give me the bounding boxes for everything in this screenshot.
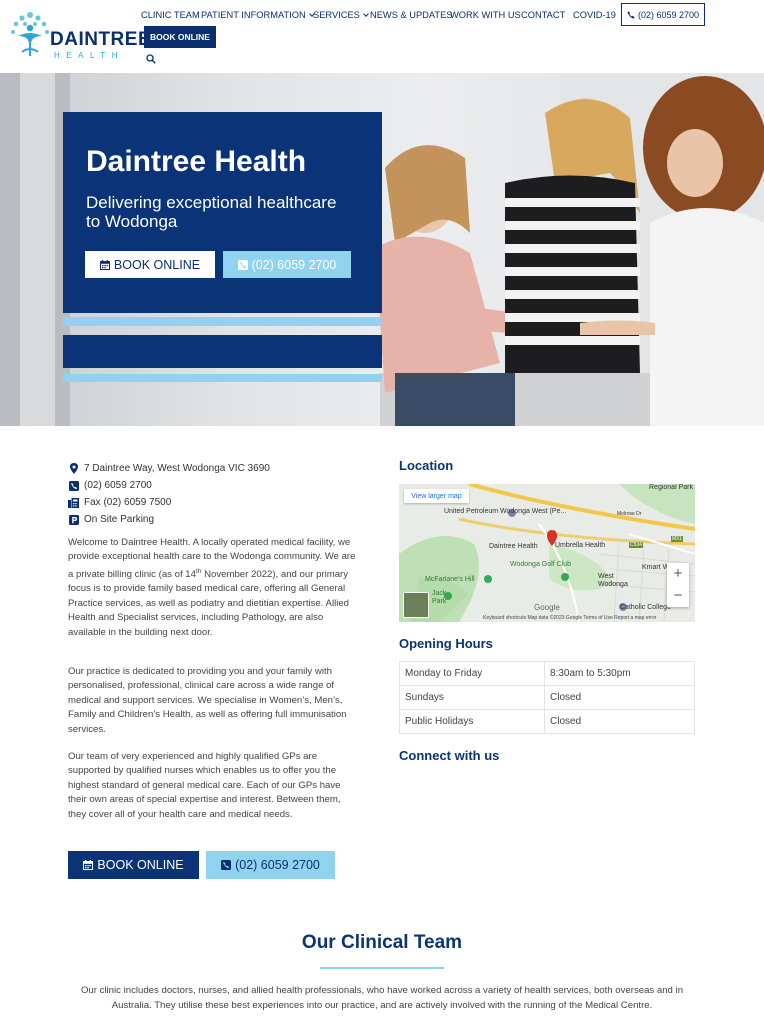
nav-contact[interactable]: CONTACT [521, 10, 565, 20]
clinical-team-copy: Our clinic includes doctors, nurses, and… [80, 985, 684, 1011]
hero-accent-band [63, 335, 382, 368]
map-label: Melrose Dr [617, 511, 642, 517]
location-heading: Location [399, 458, 454, 473]
title-divider [320, 967, 444, 969]
hours-day: Sundays [399, 685, 545, 710]
call-button[interactable]: (02) 6059 2700 [206, 851, 335, 879]
logo-wordmark: DAINTREE [50, 29, 152, 50]
nav-work-with-us[interactable]: WORK WITH US [450, 10, 521, 20]
connect-heading: Connect with us [399, 748, 500, 763]
about-paragraph-2: Our practice is dedicated to providing y… [68, 666, 347, 735]
phone-square-icon [68, 480, 79, 491]
hero-book-online-button[interactable]: BOOK ONLINE [85, 251, 215, 278]
hours-time: Closed [544, 685, 695, 710]
hero-accent-stripe [63, 317, 382, 326]
map-label: Kmart W [642, 564, 670, 571]
map-label: Wodonga Golf Club [510, 561, 571, 568]
header-phone-button[interactable]: (02) 6059 2700 [621, 3, 705, 26]
map-label: Daintree Health [489, 543, 538, 550]
book-online-button[interactable]: BOOK ONLINE [68, 851, 199, 879]
parking-row: On Site Parking [68, 511, 358, 528]
parking-icon [68, 514, 79, 525]
map-label: Regional Park [649, 484, 693, 491]
search-icon[interactable] [146, 54, 156, 64]
zoom-out-button[interactable]: − [667, 585, 689, 607]
zoom-in-button[interactable]: + [667, 563, 689, 585]
map-label: M31 [671, 536, 683, 542]
daintree-logo[interactable]: DAINTREE HEALTH [10, 10, 151, 62]
table-row: Sundays Closed [399, 685, 695, 710]
book-online-label: BOOK ONLINE [97, 858, 184, 872]
nav-news-updates[interactable]: NEWS & UPDATES [370, 10, 452, 20]
opening-hours-heading: Opening Hours [399, 636, 493, 651]
fax-row: Fax (02) 6059 7500 [68, 494, 358, 511]
map-label: Google [534, 603, 560, 612]
hero-call-label: (02) 6059 2700 [251, 257, 337, 272]
phone-icon [627, 10, 635, 19]
call-label: (02) 6059 2700 [235, 858, 320, 872]
opening-hours-table: Monday to Friday 8:30am to 5:30pm Sunday… [399, 661, 695, 734]
map-label: McFarlane's Hill [425, 576, 475, 583]
map-marker-icon [68, 463, 79, 474]
hero-banner: Daintree Health Delivering exceptional h… [0, 73, 764, 426]
nav-label: SERVICES [313, 10, 360, 20]
map-label: United Petroleum Wodonga West (Pe... [444, 508, 567, 515]
about-paragraph-3: Our team of very experienced and highly … [68, 751, 341, 820]
hero-card: Daintree Health Delivering exceptional h… [63, 112, 382, 313]
nav-patient-information[interactable]: PATIENT INFORMATION [201, 10, 315, 20]
header-book-online-button[interactable]: BOOK ONLINE [144, 26, 216, 48]
fax-icon [68, 497, 79, 508]
table-row: Monday to Friday 8:30am to 5:30pm [399, 661, 695, 686]
satellite-toggle[interactable] [403, 592, 429, 618]
contact-details: 7 Daintree Way, West Wodonga VIC 3690 (0… [68, 460, 358, 528]
hours-day: Monday to Friday [399, 661, 545, 686]
address-text: 7 Daintree Way, West Wodonga VIC 3690 [84, 463, 270, 474]
map-zoom-control: + − [667, 563, 689, 607]
phone-text: (02) 6059 2700 [84, 480, 152, 491]
hero-call-button[interactable]: (02) 6059 2700 [223, 251, 351, 278]
hero-accent-stripe [63, 374, 382, 382]
site-header: DAINTREE HEALTH CLINIC TEAM PATIENT INFO… [0, 0, 764, 73]
map-label: Jack Park [432, 590, 447, 605]
nav-covid-19[interactable]: COVID-19 [573, 10, 616, 20]
table-row: Public Holidays Closed [399, 709, 695, 734]
hours-day: Public Holidays [399, 709, 545, 734]
hours-time: Closed [544, 709, 695, 734]
logo-subtitle: HEALTH [54, 51, 124, 60]
tree-person-icon [11, 12, 49, 56]
view-larger-map-link[interactable]: View larger map [404, 489, 469, 503]
calendar-icon [83, 860, 94, 870]
map-label: Umbrella Health [555, 542, 606, 549]
header-phone-label: (02) 6059 2700 [637, 9, 700, 20]
map-attribution[interactable]: Keyboard shortcuts Map data ©2023 Google… [483, 615, 656, 621]
address-row[interactable]: 7 Daintree Way, West Wodonga VIC 3690 [68, 460, 358, 477]
hero-title: Daintree Health [86, 145, 307, 178]
map-label: West Wodonga [598, 573, 628, 588]
nav-clinic-team[interactable]: CLINIC TEAM [141, 10, 200, 20]
clinical-team-title: Our Clinical Team [301, 932, 463, 953]
nav-label: PATIENT INFORMATION [201, 10, 306, 20]
chevron-down-icon [363, 11, 369, 17]
hero-book-label: BOOK ONLINE [113, 257, 201, 272]
hours-time: 8:30am to 5:30pm [544, 661, 695, 686]
map-label: Catholic College [620, 604, 671, 611]
parking-text: On Site Parking [84, 514, 155, 525]
about-paragraph-1: Welcome to Daintree Health. A locally op… [68, 536, 360, 640]
hero-subtitle: Delivering exceptional healthcare to Wod… [86, 193, 337, 231]
fax-text: Fax (02) 6059 7500 [84, 497, 172, 508]
map-label: C534 [629, 542, 643, 548]
nav-services[interactable]: SERVICES [313, 10, 369, 20]
calendar-icon [99, 259, 110, 270]
phone-square-icon [221, 860, 232, 870]
location-map[interactable]: View larger map Regional Park United Pet… [399, 484, 695, 622]
phone-square-icon [237, 259, 248, 270]
phone-row[interactable]: (02) 6059 2700 [68, 477, 358, 494]
